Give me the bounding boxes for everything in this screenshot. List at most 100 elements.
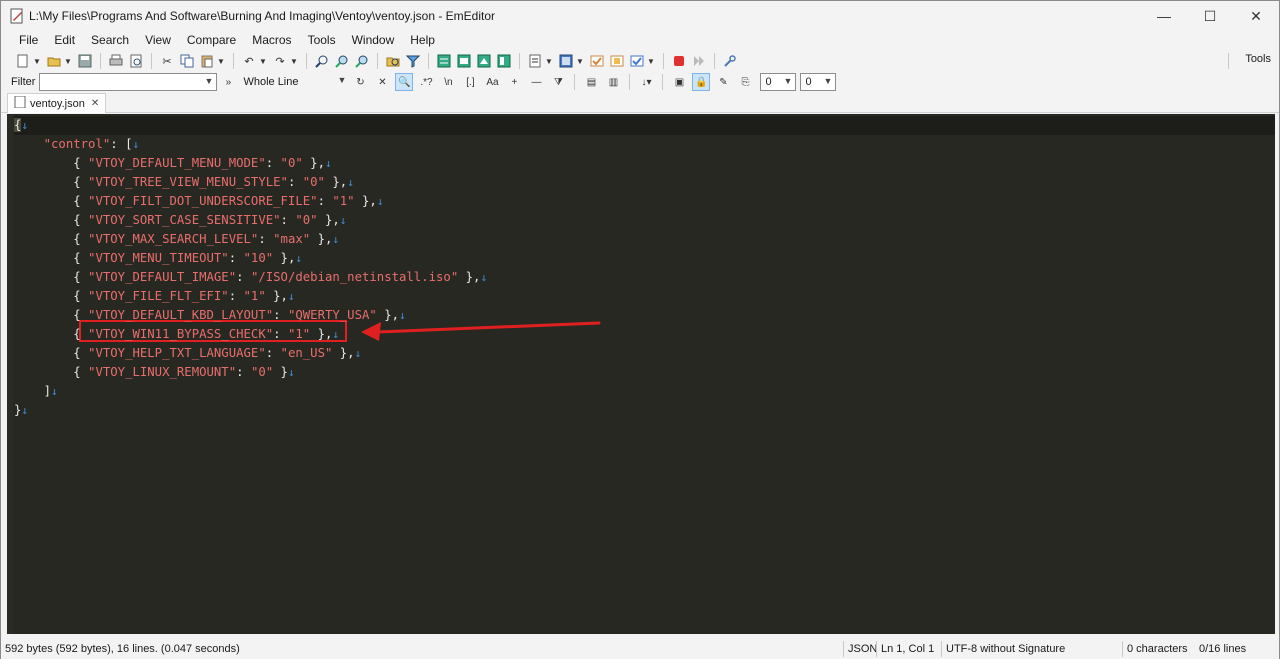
view-mode-1-icon[interactable] [436,53,452,69]
bracket-match-icon[interactable]: [.] [461,73,479,91]
open-dropdown-icon[interactable]: ▼ [64,57,72,66]
close-window-button[interactable]: ✕ [1233,1,1279,31]
code-line: { "VTOY_FILE_FLT_EFI": "1" },↓ [14,287,294,306]
configuration-icon[interactable] [558,53,574,69]
match-case-icon[interactable]: Aa [483,73,501,91]
document-properties-icon[interactable] [527,53,543,69]
search-filter-icon[interactable]: 🔍 [395,73,414,91]
customize-icon[interactable] [589,53,605,69]
toolbar-separator [428,53,429,69]
new-file-icon[interactable] [15,53,31,69]
status-cursor-position[interactable]: Ln 1, Col 1 [877,643,941,655]
tools-toolbar-button[interactable]: Tools [1245,53,1271,65]
line-break-icon: ↓ [132,138,140,151]
document-properties-dropdown-icon[interactable]: ▼ [545,57,553,66]
maximize-button[interactable]: ☐ [1187,1,1233,31]
tab-ventoy-json[interactable]: ventoy.json ✕ [7,93,107,113]
paste-dropdown-icon[interactable]: ▼ [217,57,225,66]
tools-wrench-icon[interactable] [722,53,738,69]
code-open: { [73,251,89,265]
context-lines-icon[interactable]: ↓▾ [637,73,655,91]
configuration-dropdown-icon[interactable]: ▼ [576,57,584,66]
negative-filter-icon[interactable]: — [527,73,545,91]
view-mode-4-icon[interactable] [496,53,512,69]
status-encoding[interactable]: UTF-8 without Signature [942,643,1122,655]
code-close: }, [376,308,400,322]
menu-macros[interactable]: Macros [244,33,299,47]
code-line: {↓ [14,116,1275,135]
line-break-icon: ↓ [347,176,354,189]
lock-filter-icon[interactable]: 🔒 [692,73,711,91]
redo-icon[interactable]: ↷ [272,53,288,69]
more-options-icon[interactable]: » [219,73,237,91]
line-break-icon: ↓ [295,252,302,265]
menu-tools[interactable]: Tools [300,33,344,47]
line-break-icon: ↓ [51,385,58,398]
close-tab-icon[interactable]: ✕ [91,98,99,109]
view-mode-3-icon[interactable] [476,53,492,69]
cut-icon[interactable]: ✂ [159,53,175,69]
undo-icon[interactable]: ↶ [241,53,257,69]
json-value: "0" [295,213,318,227]
filter-window-icon[interactable]: ▣ [670,73,688,91]
filter-icon[interactable] [405,53,421,69]
escape-sequence-icon[interactable]: \n [439,73,457,91]
minimize-button[interactable]: — [1141,1,1187,31]
chevron-down-icon[interactable]: ▼ [338,75,347,85]
copy-icon[interactable] [179,53,195,69]
paste-icon[interactable] [199,53,215,69]
code-close: } [273,365,288,379]
add-filter-icon[interactable]: + [505,73,523,91]
reset-filter-icon[interactable]: ↻ [351,73,369,91]
menu-edit[interactable]: Edit [46,33,83,47]
new-dropdown-icon[interactable]: ▼ [33,57,41,66]
toolbar-separator [151,53,152,69]
chevron-down-icon[interactable]: ▼ [824,76,833,86]
menu-file[interactable]: File [11,33,46,47]
view-mode-2-icon[interactable] [456,53,472,69]
status-syntax-mode[interactable]: JSON [844,643,877,655]
bookmark-lines-icon[interactable]: ▤ [582,73,600,91]
plugins-icon[interactable] [609,53,625,69]
record-macro-icon[interactable] [671,53,687,69]
copy-filter-icon[interactable]: ⎘ [736,73,754,91]
chevron-down-icon[interactable]: ▼ [784,76,793,86]
filter-scope-select[interactable]: Whole Line ▼ [239,73,349,91]
code-open: { [73,232,89,246]
find-in-files-icon[interactable] [385,53,401,69]
clear-filter-icon[interactable]: ✕ [373,73,391,91]
open-folder-icon[interactable] [46,53,62,69]
print-icon[interactable] [108,53,124,69]
context-before-select[interactable]: 0 ▼ [760,73,797,91]
text-editor[interactable]: {↓ "control": [↓ { "VTOY_DEFAULT_MENU_MO… [7,114,1275,634]
regex-icon[interactable]: .*? [417,73,435,91]
run-macro-icon[interactable] [691,53,707,69]
context-after-select[interactable]: 0 ▼ [800,73,837,91]
emeditor-window: L:\My Files\Programs And Software\Burnin… [0,0,1280,659]
find-next-icon[interactable] [334,53,350,69]
json-value: "0" [302,175,325,189]
macro-dropdown-icon[interactable]: ▼ [647,57,655,66]
advanced-filter-icon[interactable]: ⧩ [549,73,567,91]
line-break-icon: ↓ [332,328,340,341]
redo-dropdown-icon[interactable]: ▼ [290,57,298,66]
chevron-down-icon[interactable]: ▼ [205,76,214,86]
menu-compare[interactable]: Compare [179,33,244,47]
menu-window[interactable]: Window [344,33,403,47]
filter-input[interactable]: ▼ [39,73,218,91]
macro-checklist-icon[interactable] [629,53,645,69]
find-previous-icon[interactable] [354,53,370,69]
save-icon[interactable] [77,53,93,69]
undo-dropdown-icon[interactable]: ▼ [259,57,267,66]
find-icon[interactable] [314,53,330,69]
menu-search[interactable]: Search [83,33,137,47]
print-preview-icon[interactable] [128,53,144,69]
code-close: }, [273,251,296,265]
toolbar-separator [377,53,378,69]
menu-help[interactable]: Help [402,33,443,47]
extract-lines-icon[interactable]: ▥ [604,73,622,91]
highlight-icon[interactable]: ✎ [714,73,732,91]
menu-view[interactable]: View [137,33,179,47]
